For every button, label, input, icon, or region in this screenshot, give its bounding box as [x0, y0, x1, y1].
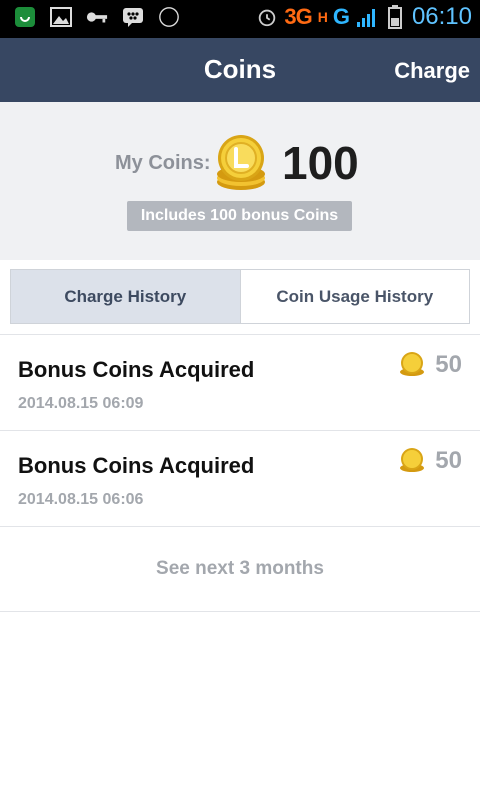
status-time: 06:10 [411, 3, 472, 30]
coin-summary: My Coins: 100 Includes 100 bonus Coins [0, 102, 480, 260]
history-row: Bonus Coins Acquired 2014.08.15 06:09 50 [0, 335, 480, 431]
coin-stack-icon [214, 134, 268, 192]
coin-icon [399, 352, 425, 378]
network-type: 3G [284, 4, 312, 29]
status-bar: 3G H G 06:10 [0, 0, 480, 38]
history-amount: 50 [435, 447, 462, 474]
alarm-icon [256, 6, 278, 28]
network-sub: H [317, 9, 328, 25]
key-icon [86, 6, 108, 28]
history-tabs: Charge History Coin Usage History [10, 269, 470, 324]
history-date: 2014.08.15 06:06 [18, 491, 144, 508]
history-amount: 50 [435, 351, 462, 378]
history-title: Bonus Coins Acquired [18, 453, 255, 478]
network-g: G [332, 4, 350, 29]
bbm-icon [122, 6, 144, 28]
image-icon [50, 6, 72, 28]
tab-coin-usage-history[interactable]: Coin Usage History [241, 270, 470, 323]
signal-icon [356, 6, 378, 28]
history-title: Bonus Coins Acquired [18, 357, 255, 382]
app-shield-icon [14, 6, 36, 28]
tab-charge-history[interactable]: Charge History [11, 270, 241, 323]
bonus-badge: Includes 100 bonus Coins [127, 201, 352, 231]
divider [0, 611, 480, 612]
history-date: 2014.08.15 06:09 [18, 395, 144, 412]
see-next-button[interactable]: See next 3 months [0, 527, 480, 611]
calendar-icon [158, 6, 180, 28]
my-coins-label: My Coins: [115, 152, 211, 174]
battery-icon [384, 5, 406, 29]
coin-total: 100 [282, 137, 359, 189]
history-row: Bonus Coins Acquired 2014.08.15 06:06 50 [0, 431, 480, 527]
status-icons-left [14, 6, 180, 28]
top-bar: Coins Charge [0, 38, 480, 102]
coin-icon [399, 448, 425, 474]
charge-button[interactable]: Charge [394, 58, 470, 84]
status-icons-right: 3G H G 06:10 [256, 3, 472, 31]
